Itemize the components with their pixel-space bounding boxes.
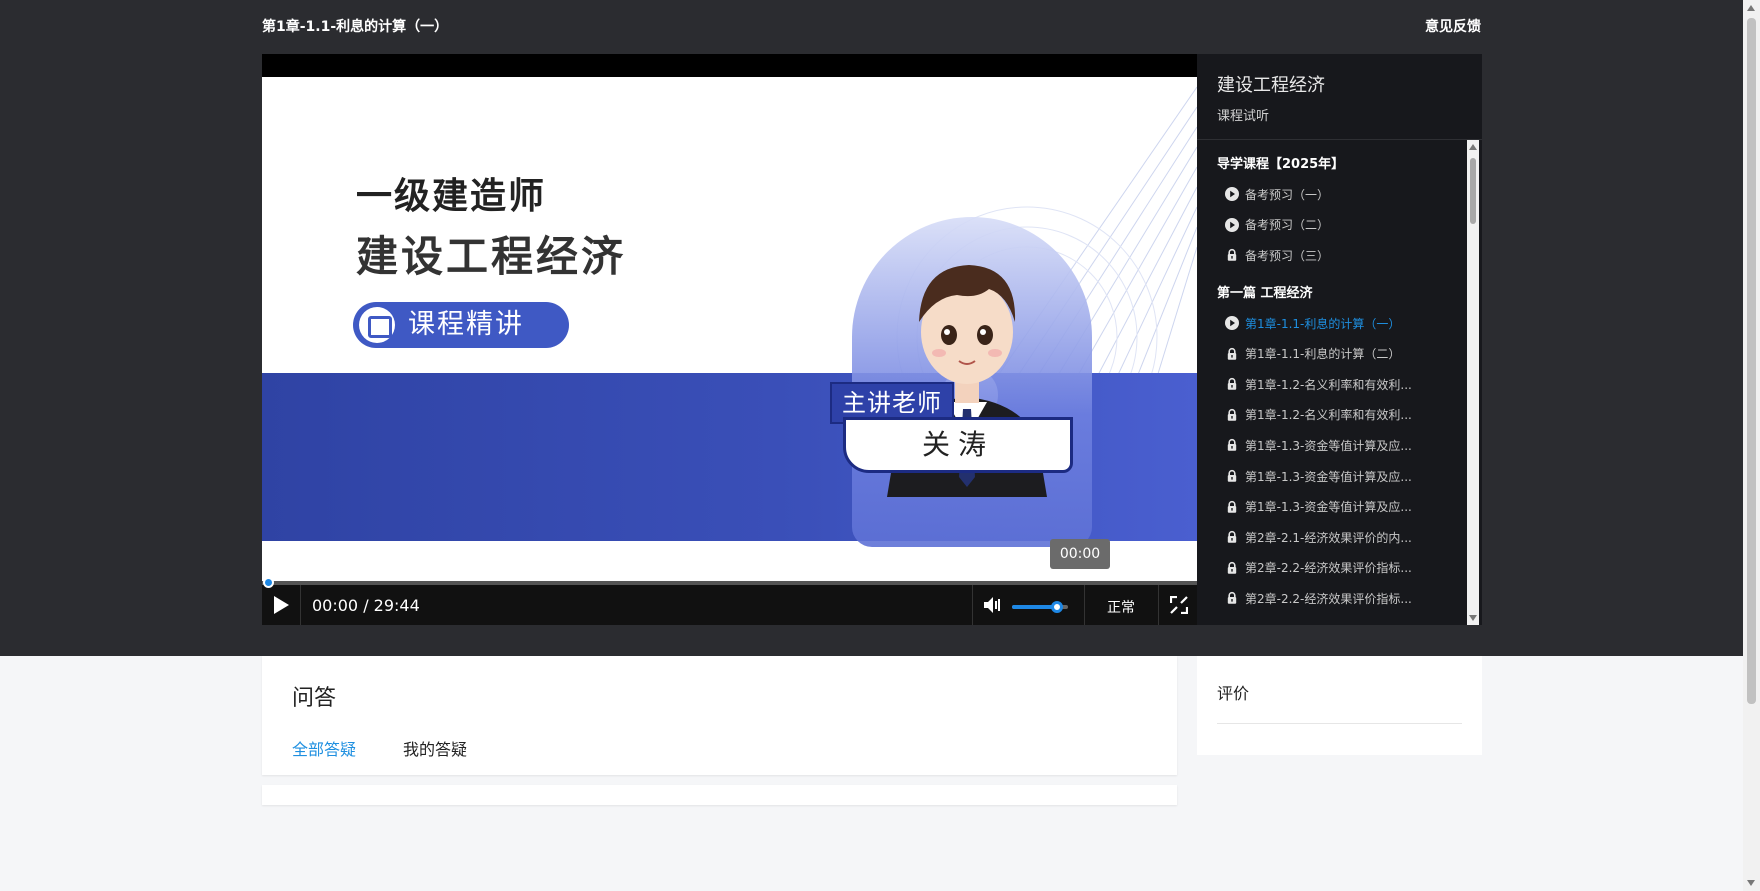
lesson-label: 第1章-1.3-资金等值计算及应... — [1245, 469, 1412, 484]
control-divider — [300, 585, 301, 625]
lesson-item[interactable]: 第1章-1.3-资金等值计算及应... — [1197, 430, 1467, 461]
play-icon — [274, 596, 289, 614]
lesson-label: 第2章-2.2-经济效果评价指标... — [1245, 591, 1412, 606]
rating-title: 评价 — [1217, 684, 1250, 703]
lesson-label: 备考预习（二） — [1245, 218, 1330, 233]
play-icon — [1225, 316, 1239, 331]
lesson-item[interactable]: 第2章-2.2-经济效果评价指标... — [1197, 583, 1467, 614]
lesson-item[interactable]: 第1章-1.3-资金等值计算及应... — [1197, 491, 1467, 522]
rating-panel: 评价 — [1197, 656, 1482, 755]
lesson-list[interactable]: 导学课程【2025年】备考预习（一） 备考预习（二） 备考预习（三） 第一篇 工程经济… — [1197, 140, 1467, 625]
lock-icon — [1225, 438, 1239, 452]
lock-icon — [1225, 591, 1239, 605]
lesson-item[interactable]: 备考预习（三） — [1197, 240, 1467, 271]
teacher-name: 关涛 — [843, 417, 1073, 473]
page-title: 第1章-1.1-利息的计算（一） — [262, 19, 449, 35]
lesson-label: 第1章-1.1-利息的计算（二） — [1245, 347, 1401, 362]
tab-my-questions[interactable]: 我的答疑 — [403, 736, 467, 760]
course-name: 建设工程经济 — [1217, 75, 1325, 96]
qa-list-area — [262, 785, 1177, 805]
scroll-down-icon[interactable] — [1469, 615, 1477, 621]
lesson-label: 备考预习（一） — [1245, 187, 1330, 202]
scroll-thumb[interactable] — [1747, 18, 1756, 704]
lock-icon — [1225, 561, 1239, 575]
lock-icon — [1225, 248, 1239, 262]
lock-icon — [1225, 469, 1239, 483]
player-controls: 00:00 / 29:44 正常 — [262, 577, 1197, 625]
tab-all-questions[interactable]: 全部答疑 — [292, 736, 356, 760]
slide-badge-label: 课程精讲 — [408, 309, 524, 340]
lock-icon — [1225, 500, 1239, 514]
course-header: 建设工程经济 课程试听 — [1197, 54, 1482, 140]
lesson-item[interactable]: 第1章-1.1-利息的计算（二） — [1197, 338, 1467, 369]
lesson-list-scrollbar[interactable] — [1467, 140, 1479, 625]
playback-speed-button[interactable]: 正常 — [1107, 597, 1135, 617]
volume-handle[interactable] — [1050, 601, 1063, 613]
control-divider — [972, 585, 973, 625]
lesson-item[interactable]: 第1章-1.1-利息的计算（一） — [1197, 308, 1467, 339]
scroll-thumb[interactable] — [1470, 158, 1476, 224]
divider — [1217, 723, 1462, 724]
progress-hover-tooltip: 00:00 — [1050, 539, 1110, 569]
lesson-item[interactable]: 第1章-1.3-资金等值计算及应... — [1197, 461, 1467, 492]
lesson-label: 第1章-1.2-名义利率和有效利... — [1245, 408, 1412, 423]
play-icon — [1225, 187, 1239, 202]
slide-title-line2: 建设工程经济 — [356, 232, 627, 281]
volume-mute-icon — [984, 597, 1000, 613]
play-button[interactable] — [262, 585, 300, 625]
qa-panel: 问答 全部答疑 我的答疑 — [262, 656, 1177, 775]
chat-icon — [359, 307, 395, 343]
fullscreen-button[interactable] — [1160, 585, 1197, 625]
lesson-item[interactable]: 第1章-1.2-名义利率和有效利... — [1197, 369, 1467, 400]
qa-title: 问答 — [292, 686, 337, 711]
timecode: 00:00 / 29:44 — [312, 596, 420, 615]
lesson-item[interactable]: 第2章-2.2-经济效果评价指标... — [1197, 553, 1467, 584]
lesson-item[interactable]: 备考预习（一） — [1197, 179, 1467, 210]
lock-icon — [1225, 530, 1239, 544]
video-frame[interactable]: 一级建造师 建设工程经济 课程精讲 主讲老师 关涛 — [262, 77, 1197, 597]
course-sidebar: 建设工程经济 课程试听 导学课程【2025年】备考预习（一） 备考预习（二） 备考预… — [1197, 54, 1482, 625]
control-divider — [1084, 585, 1085, 625]
course-subtitle: 课程试听 — [1217, 109, 1270, 124]
lesson-label: 第2章-2.2-经济效果评价指标... — [1245, 561, 1412, 576]
mute-button[interactable] — [974, 585, 1012, 625]
page-scrollbar[interactable] — [1743, 0, 1760, 891]
lock-icon — [1225, 408, 1239, 422]
lesson-item[interactable]: 备考预习（二） — [1197, 210, 1467, 241]
lesson-label: 第1章-1.2-名义利率和有效利... — [1245, 377, 1412, 392]
lesson-label: 第1章-1.3-资金等值计算及应... — [1245, 438, 1412, 453]
progress-bar[interactable] — [262, 577, 1197, 588]
section-title: 第一篇 工程经济 — [1217, 285, 1313, 301]
video-player[interactable]: 一级建造师 建设工程经济 课程精讲 主讲老师 关涛 00:00 00:00 / … — [262, 54, 1197, 625]
feedback-link[interactable]: 意见反馈 — [1425, 16, 1481, 36]
section-title: 导学课程【2025年】 — [1217, 157, 1345, 172]
scroll-up-icon[interactable] — [1469, 144, 1477, 150]
lesson-label: 备考预习（三） — [1245, 248, 1330, 263]
control-divider — [1158, 585, 1159, 625]
lock-icon — [1225, 377, 1239, 391]
lesson-label: 第1章-1.1-利息的计算（一） — [1245, 316, 1401, 331]
fullscreen-icon — [1169, 596, 1188, 614]
lesson-item[interactable]: 第2章-2.1-经济效果评价的内... — [1197, 522, 1467, 553]
lesson-label: 第2章-2.1-经济效果评价的内... — [1245, 530, 1412, 545]
play-icon — [1225, 217, 1239, 232]
slide-badge: 课程精讲 — [353, 302, 569, 348]
lock-icon — [1225, 347, 1239, 361]
scroll-down-icon[interactable] — [1747, 880, 1755, 886]
volume-slider[interactable] — [1012, 601, 1068, 613]
lesson-label: 第1章-1.3-资金等值计算及应... — [1245, 500, 1412, 515]
lesson-item[interactable]: 第1章-1.2-名义利率和有效利... — [1197, 400, 1467, 431]
slide-title-line1: 一级建造师 — [356, 176, 547, 217]
scroll-up-icon[interactable] — [1747, 5, 1755, 11]
